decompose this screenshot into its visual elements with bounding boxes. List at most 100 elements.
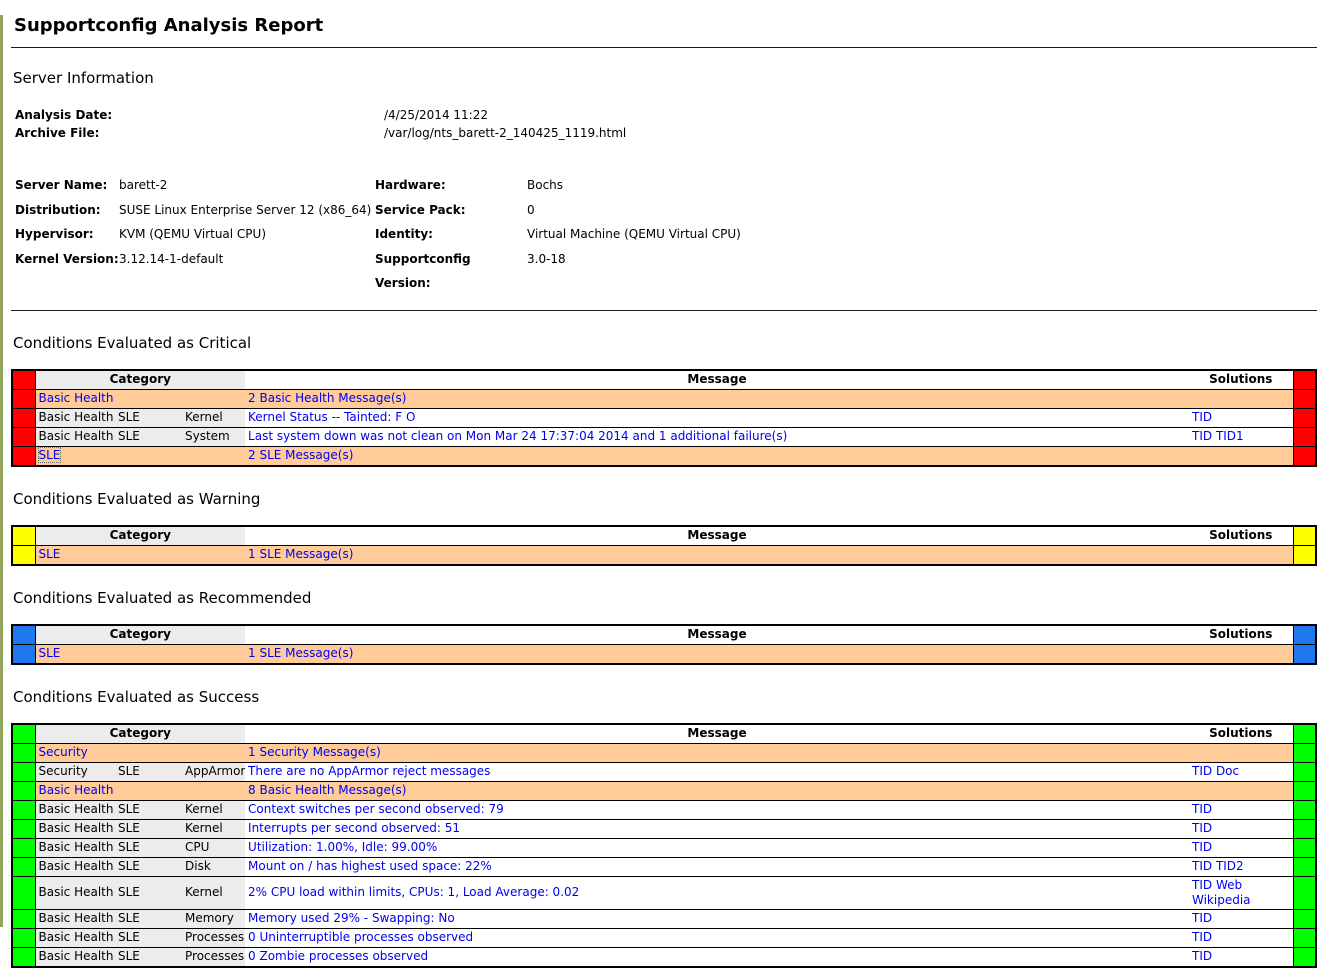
category-cell: Basic Health	[35, 838, 115, 857]
group-row: SLE 2 SLE Message(s)	[12, 446, 1316, 466]
category-link[interactable]: SLE	[39, 547, 61, 561]
hypervisor-value: KVM (QEMU Virtual CPU)	[119, 222, 375, 247]
solution-link[interactable]: TID	[1192, 949, 1212, 963]
solution-link[interactable]: TID	[1192, 859, 1212, 873]
severity-color-cell	[1293, 526, 1316, 546]
message-link[interactable]: There are no AppArmor reject messages	[248, 764, 490, 778]
category-group-cell: SLE	[35, 644, 245, 664]
table-header-row: CategoryMessageSolutions	[12, 526, 1316, 546]
table-header-row: CategoryMessageSolutions	[12, 370, 1316, 390]
category-group-cell: SLE	[35, 545, 245, 565]
solution-link[interactable]: TID	[1192, 840, 1212, 854]
solution-link[interactable]: Web	[1216, 878, 1242, 892]
server-information-heading: Server Information	[13, 69, 1317, 87]
solution-link[interactable]: TID2	[1216, 859, 1244, 873]
message-link[interactable]: Mount on / has highest used space: 22%	[248, 859, 492, 873]
table-header-row: CategoryMessageSolutions	[12, 724, 1316, 744]
component-cell: System	[182, 427, 245, 446]
message-link[interactable]: Interrupts per second observed: 51	[248, 821, 460, 835]
solutions-cell: TID Web Wikipedia	[1189, 876, 1293, 909]
component-cell: Kernel	[182, 800, 245, 819]
message-column-header: Message	[245, 526, 1189, 546]
platform-cell: SLE	[115, 928, 182, 947]
message-link[interactable]: 2 Basic Health Message(s)	[248, 391, 406, 405]
message-link[interactable]: Utilization: 1.00%, Idle: 99.00%	[248, 840, 437, 854]
message-link[interactable]: 0 Uninterruptible processes observed	[248, 930, 473, 944]
message-link[interactable]: Kernel Status -- Tainted: F O	[248, 410, 415, 424]
severity-color-cell	[12, 446, 35, 466]
report-title: Supportconfig Analysis Report	[14, 15, 1317, 36]
analysis-date-row: Analysis Date: /4/25/2014 11:22	[11, 107, 1317, 125]
severity-color-cell	[12, 928, 35, 947]
solutions-column-header: Solutions	[1189, 526, 1293, 546]
message-link[interactable]: Context switches per second observed: 79	[248, 802, 504, 816]
message-link[interactable]: Last system down was not clean on Mon Ma…	[248, 429, 787, 443]
archive-file-value: /var/log/nts_barett-2_140425_1119.html	[384, 125, 626, 143]
solutions-column-header: Solutions	[1189, 724, 1293, 744]
group-row: SLE 1 SLE Message(s)	[12, 545, 1316, 565]
message-link[interactable]: 1 SLE Message(s)	[248, 547, 353, 561]
category-link[interactable]: Basic Health	[39, 783, 114, 797]
solutions-cell	[1189, 389, 1293, 408]
message-cell: 1 SLE Message(s)	[245, 545, 1189, 565]
section-heading-recommended: Conditions Evaluated as Recommended	[13, 589, 1317, 607]
severity-color-cell	[1293, 389, 1316, 408]
platform-cell: SLE	[115, 762, 182, 781]
severity-color-cell	[12, 408, 35, 427]
severity-color-cell	[1293, 838, 1316, 857]
solution-link[interactable]: TID	[1192, 802, 1212, 816]
platform-cell: SLE	[115, 838, 182, 857]
identity-label: Identity:	[375, 222, 527, 247]
severity-color-cell	[1293, 743, 1316, 762]
solution-link[interactable]: TID1	[1216, 429, 1244, 443]
message-column-header: Message	[245, 724, 1189, 744]
message-link[interactable]: 2 SLE Message(s)	[248, 448, 353, 462]
category-cell: Basic Health	[35, 876, 115, 909]
category-link[interactable]: SLE	[39, 646, 61, 660]
solutions-cell: TID	[1189, 838, 1293, 857]
message-link[interactable]: 0 Zombie processes observed	[248, 949, 428, 963]
platform-cell: SLE	[115, 408, 182, 427]
category-group-cell: SLE	[35, 446, 245, 466]
solutions-column-header: Solutions	[1189, 370, 1293, 390]
solution-link[interactable]: TID	[1192, 878, 1212, 892]
solution-link[interactable]: Wikipedia	[1192, 893, 1251, 907]
category-link[interactable]: Basic Health	[39, 391, 114, 405]
report-page: { "page": { "title": "Supportconfig Anal…	[0, 15, 1322, 927]
category-link[interactable]: Security	[39, 745, 88, 759]
platform-cell: SLE	[115, 947, 182, 967]
condition-row: Basic HealthSLEKernel2% CPU load within …	[12, 876, 1316, 909]
component-cell: Kernel	[182, 408, 245, 427]
severity-color-cell	[12, 857, 35, 876]
platform-cell: SLE	[115, 800, 182, 819]
category-link[interactable]: SLE	[39, 448, 61, 462]
category-cell: Basic Health	[35, 800, 115, 819]
severity-color-cell	[1293, 545, 1316, 565]
category-column-header: Category	[35, 370, 245, 390]
severity-color-cell	[1293, 909, 1316, 928]
solution-link[interactable]: TID	[1192, 410, 1212, 424]
component-cell: Memory	[182, 909, 245, 928]
message-cell: 2 Basic Health Message(s)	[245, 389, 1189, 408]
solution-link[interactable]: TID	[1192, 911, 1212, 925]
component-cell: Processes	[182, 947, 245, 967]
condition-row: Basic HealthSLEMemoryMemory used 29% - S…	[12, 909, 1316, 928]
section-heading-warning: Conditions Evaluated as Warning	[13, 490, 1317, 508]
solution-link[interactable]: TID	[1192, 930, 1212, 944]
message-link[interactable]: Memory used 29% - Swapping: No	[248, 911, 455, 925]
message-link[interactable]: 1 Security Message(s)	[248, 745, 381, 759]
message-cell: 2 SLE Message(s)	[245, 446, 1189, 466]
solution-link[interactable]: TID	[1192, 821, 1212, 835]
severity-color-cell	[12, 644, 35, 664]
solution-link[interactable]: TID	[1192, 429, 1212, 443]
page: Supportconfig Analysis Report Server Inf…	[3, 15, 1322, 968]
severity-color-cell	[12, 526, 35, 546]
severity-color-cell	[12, 724, 35, 744]
message-link[interactable]: 8 Basic Health Message(s)	[248, 783, 406, 797]
message-link[interactable]: 1 SLE Message(s)	[248, 646, 353, 660]
message-cell: Last system down was not clean on Mon Ma…	[245, 427, 1189, 446]
message-link[interactable]: 2% CPU load within limits, CPUs: 1, Load…	[248, 885, 579, 899]
analysis-date-value: /4/25/2014 11:22	[384, 107, 488, 125]
solution-link[interactable]: Doc	[1216, 764, 1239, 778]
solution-link[interactable]: TID	[1192, 764, 1212, 778]
